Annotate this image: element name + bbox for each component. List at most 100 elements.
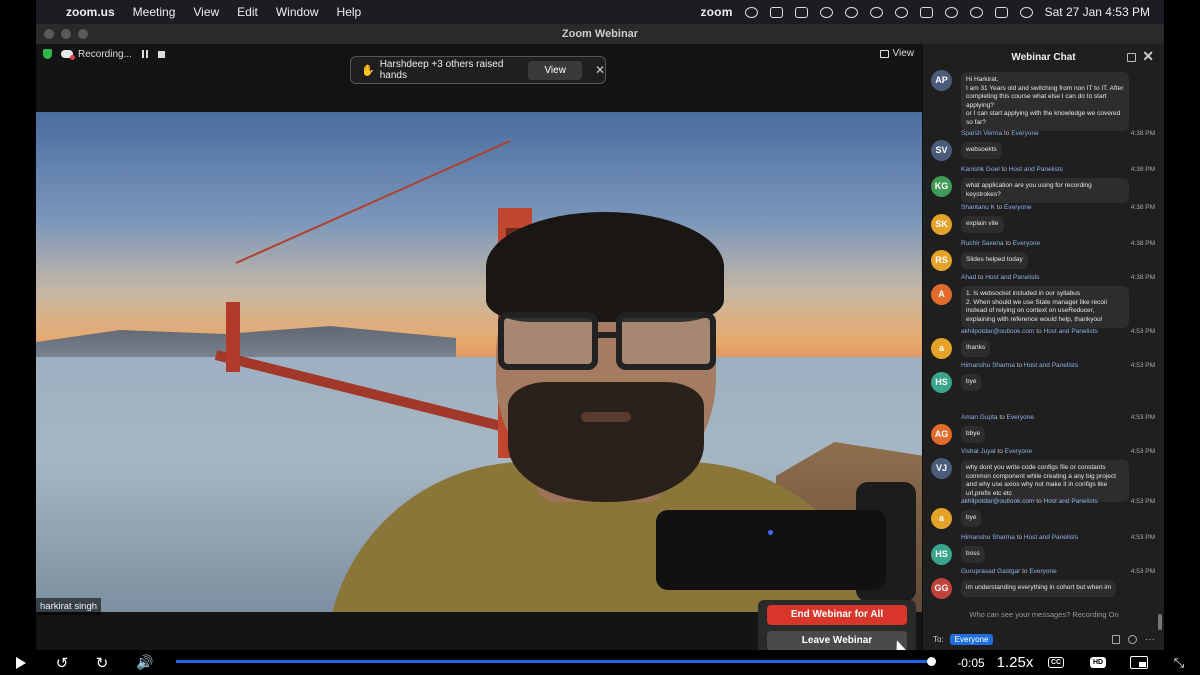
chat-message-text: boss (961, 546, 985, 563)
chat-privacy-note[interactable]: Who can see your messages? Recording On (923, 610, 1165, 626)
chat-timestamp: 4:53 PM (1130, 498, 1155, 505)
chat-timestamp: 4:53 PM (1130, 414, 1155, 421)
sync-icon[interactable] (819, 6, 833, 18)
menu-edit[interactable]: Edit (237, 5, 258, 19)
microphone (656, 482, 916, 602)
more-options-icon[interactable]: ··· (1145, 634, 1155, 645)
status-icon[interactable] (744, 6, 758, 18)
pip-icon (1130, 656, 1148, 669)
tea-icon[interactable] (769, 6, 783, 18)
avatar: SK (931, 214, 952, 235)
chat-recipient: Host and Panelists (1043, 498, 1098, 505)
participant-name-label: harkirat singh (36, 598, 102, 615)
extension-icon[interactable] (794, 6, 808, 18)
chat-sender: Ruchir Saxena (961, 240, 1004, 247)
security-shield-icon[interactable] (43, 49, 52, 59)
file-icon[interactable] (1112, 634, 1120, 644)
chat-sender: Aman Gupta (961, 414, 998, 421)
quality-button[interactable]: HD (1089, 650, 1107, 675)
chat-recipient: Everyone (1004, 204, 1032, 211)
chat-to: to (1036, 498, 1042, 505)
chat-timestamp: 4:38 PM (1130, 130, 1155, 137)
menu-meeting[interactable]: Meeting (133, 5, 176, 19)
video-stage: Recording... View ✋ Harshdeep +3 others … (36, 44, 922, 666)
chat-message-text: 1. Is websocket included in our syllabus… (961, 286, 1129, 328)
avatar: KG (931, 176, 952, 197)
stop-recording-icon[interactable] (157, 50, 165, 58)
chat-to: to (997, 448, 1003, 455)
raised-hands-banner: ✋ Harshdeep +3 others raised hands View … (350, 56, 606, 84)
control-center-icon[interactable] (994, 6, 1008, 18)
raised-hands-view-button[interactable]: View (528, 60, 582, 80)
seek-bar[interactable] (176, 657, 937, 666)
rewind-button[interactable]: ↺ (52, 650, 72, 675)
raised-hand-icon: ✋ (361, 64, 375, 77)
avatar: GG (931, 578, 952, 599)
chat-to: to (1004, 130, 1010, 137)
chat-message-meta: Himanshu Sharma to Host and Panelists (961, 534, 1078, 541)
chat-timestamp: 4:53 PM (1130, 328, 1155, 335)
close-icon[interactable]: ✕ (595, 63, 605, 77)
play-button[interactable] (14, 650, 28, 675)
chat-recipient: Everyone (1012, 240, 1041, 247)
avatar: VJ (931, 458, 952, 479)
search-icon[interactable] (969, 6, 983, 18)
exit-fullscreen-icon: ⤡ (1173, 654, 1185, 670)
menu-bar-clock[interactable]: Sat 27 Jan 4:53 PM (1045, 5, 1150, 19)
chat-message-text: bye (961, 510, 982, 527)
playback-speed-button[interactable]: 1.25x (996, 650, 1034, 675)
mac-menu-bar: zoom.us Meeting View Edit Window Help zo… (36, 0, 1164, 24)
chat-message-meta: Himanshu Sharma to Host and Panelists (961, 362, 1078, 369)
leave-webinar-button[interactable]: Leave Webinar (767, 631, 907, 651)
avatar: SV (931, 140, 952, 161)
wifi-icon[interactable] (944, 6, 958, 18)
chat-message-list[interactable]: AP Hi Harkirat, I am 31 Years old and swi… (923, 70, 1165, 600)
chat-message-text: why dont you write code configs file or … (961, 460, 1129, 502)
chat-message-text: Slides helped today (961, 252, 1028, 269)
chat-sender: Himanshu Sharma (961, 362, 1015, 369)
chat-to: to (1016, 362, 1023, 369)
chat-timestamp: 4:38 PM (1130, 274, 1155, 281)
seek-bar-knob[interactable] (927, 657, 937, 666)
pop-out-icon[interactable] (1127, 53, 1136, 62)
siri-icon[interactable] (1019, 6, 1033, 18)
avatar: HS (931, 544, 952, 565)
chat-sender: Ahad (961, 274, 977, 281)
pause-recording-icon[interactable] (141, 50, 148, 58)
avatar: RS (931, 250, 952, 271)
menu-view[interactable]: View (193, 5, 219, 19)
emoji-icon[interactable] (1128, 634, 1137, 644)
menu-help[interactable]: Help (337, 5, 362, 19)
cloud-recording-icon (61, 50, 75, 60)
forward-icon: ↻ (95, 654, 109, 672)
chat-sender: Guruprasad Gastgar (961, 568, 1021, 575)
record-icon[interactable] (869, 6, 883, 18)
chat-message-text: Hi Harkirat, I am 31 Years old and switc… (961, 72, 1129, 131)
chat-message-text: explain vite (961, 216, 1004, 233)
chat-recipient: Everyone (1011, 130, 1039, 137)
volume-button[interactable]: 🔊 (134, 650, 156, 675)
chat-timestamp: 4:53 PM (1130, 534, 1155, 541)
chat-sender: akhilpotdar@outlook.com (961, 498, 1035, 505)
moon-icon[interactable] (894, 6, 908, 18)
chat-timestamp: 4:53 PM (1130, 362, 1155, 369)
chat-message-text: thanks (961, 340, 991, 357)
avatar: AG (931, 424, 952, 445)
chat-message-meta: Kanishk Goel to Host and Panelists (961, 166, 1063, 173)
hd-icon: HD (1089, 657, 1107, 668)
chat-message-text: websoekts (961, 142, 1002, 159)
forward-button[interactable]: ↻ (92, 650, 112, 675)
battery-icon[interactable] (919, 6, 933, 18)
close-chat-icon[interactable]: ✕ (1142, 48, 1154, 65)
captions-button[interactable]: CC (1047, 650, 1065, 675)
menu-window[interactable]: Window (276, 5, 319, 19)
window-title: Zoom Webinar (561, 28, 639, 40)
exit-fullscreen-button[interactable]: ⤡ (1170, 650, 1188, 675)
location-icon[interactable] (844, 6, 858, 18)
end-webinar-for-all-button[interactable]: End Webinar for All (767, 605, 907, 625)
app-menu-name[interactable]: zoom.us (66, 5, 115, 19)
recipient-select[interactable]: Everyone (949, 633, 994, 645)
picture-in-picture-button[interactable] (1128, 650, 1150, 675)
zoom-status-label[interactable]: zoom (700, 5, 732, 19)
view-button[interactable]: View (879, 48, 914, 59)
